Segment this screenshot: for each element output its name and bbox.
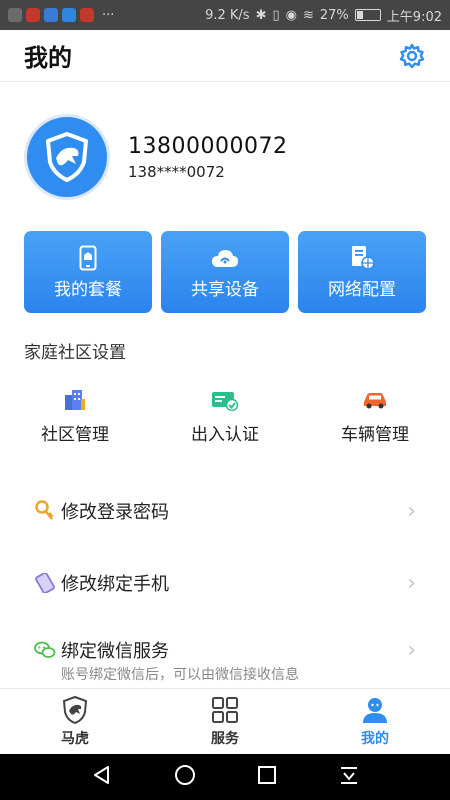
masked-phone: 138****0072 xyxy=(128,162,225,181)
grid-icon xyxy=(210,695,240,725)
phone-package-icon xyxy=(73,245,103,271)
car-icon xyxy=(361,388,389,412)
community-settings: 社区管理 出入认证 车辆管理 xyxy=(0,388,450,445)
bind-wechat-row[interactable]: 绑定微信服务 › xyxy=(0,637,450,663)
app-notification-icon xyxy=(8,8,22,22)
app-notification-icon xyxy=(80,8,94,22)
phone-icon xyxy=(34,572,56,594)
community-item-label: 社区管理 xyxy=(41,425,109,445)
app-notification-icon xyxy=(26,8,40,22)
network-config-button[interactable]: 网络配置 xyxy=(298,231,426,313)
app-notification-icon xyxy=(62,8,76,22)
menu-label: 修改登录密码 xyxy=(61,502,169,523)
change-phone-row[interactable]: 修改绑定手机 › xyxy=(0,570,450,596)
quick-actions: 我的套餐 共享设备 网络配置 xyxy=(24,231,426,313)
key-icon xyxy=(34,500,56,522)
app-notification-icon xyxy=(44,8,58,22)
card-check-icon xyxy=(211,388,239,412)
back-icon[interactable] xyxy=(91,764,113,790)
tile-label: 共享设备 xyxy=(191,279,259,300)
change-password-row[interactable]: 修改登录密码 › xyxy=(0,498,450,524)
battery-percent: 27% xyxy=(319,7,349,23)
tab-label: 服务 xyxy=(211,731,239,747)
cloud-share-icon xyxy=(210,245,240,271)
network-speed: 9.2 K/s xyxy=(205,7,250,23)
wifi-icon: ≋ xyxy=(302,7,314,23)
tab-mine[interactable]: 我的 xyxy=(300,689,450,754)
network-config-icon xyxy=(347,245,377,271)
avatar[interactable] xyxy=(24,114,110,200)
eye-icon: ◉ xyxy=(285,7,297,23)
vehicle-management-button[interactable]: 车辆管理 xyxy=(300,388,450,445)
tile-label: 我的套餐 xyxy=(54,279,122,300)
clock: 上午9:02 xyxy=(386,9,442,25)
tab-mahu[interactable]: 马虎 xyxy=(0,689,150,754)
bottom-tab-bar: 马虎 服务 我的 xyxy=(0,688,450,754)
wechat-description: 账号绑定微信后，可以由微信接收信息 xyxy=(61,667,299,683)
vibrate-icon: ▯ xyxy=(272,7,280,23)
bluetooth-icon: ✱ xyxy=(255,7,267,23)
shared-devices-button[interactable]: 共享设备 xyxy=(161,231,289,313)
menu-label: 修改绑定手机 xyxy=(61,574,169,595)
chevron-right-icon: › xyxy=(407,498,416,524)
tab-label: 我的 xyxy=(361,731,389,747)
settings-gear-icon[interactable] xyxy=(398,42,426,70)
community-management-button[interactable]: 社区管理 xyxy=(0,388,150,445)
notification-icons: ··· xyxy=(8,8,114,23)
home-icon[interactable] xyxy=(174,764,196,790)
page-header: 我的 xyxy=(0,30,450,82)
tile-label: 网络配置 xyxy=(328,279,396,300)
wechat-icon xyxy=(34,639,56,661)
profile-card[interactable]: 13800000072 138****0072 xyxy=(24,114,287,200)
user-phone: 13800000072 xyxy=(128,133,288,159)
battery-icon xyxy=(354,9,381,21)
notification-pull-icon[interactable] xyxy=(338,764,360,790)
status-bar: ··· 9.2 K/s ✱ ▯ ◉ ≋ 27% 上午9:02 xyxy=(0,0,450,30)
community-item-label: 出入认证 xyxy=(191,425,259,445)
tab-services[interactable]: 服务 xyxy=(150,689,300,754)
more-notifications-icon: ··· xyxy=(102,7,115,23)
tab-label: 马虎 xyxy=(61,731,89,747)
access-auth-button[interactable]: 出入认证 xyxy=(150,388,300,445)
shield-logo-icon xyxy=(46,132,88,182)
user-icon xyxy=(360,695,390,725)
menu-label: 绑定微信服务 xyxy=(61,641,169,662)
building-icon xyxy=(61,388,89,412)
chevron-right-icon: › xyxy=(407,637,416,663)
my-package-button[interactable]: 我的套餐 xyxy=(24,231,152,313)
recent-apps-icon[interactable] xyxy=(257,765,277,789)
community-section-title: 家庭社区设置 xyxy=(24,343,126,363)
chevron-right-icon: › xyxy=(407,570,416,596)
page-title: 我的 xyxy=(24,44,72,72)
system-nav-bar xyxy=(0,754,450,800)
shield-logo-icon xyxy=(60,695,90,725)
community-item-label: 车辆管理 xyxy=(341,425,409,445)
